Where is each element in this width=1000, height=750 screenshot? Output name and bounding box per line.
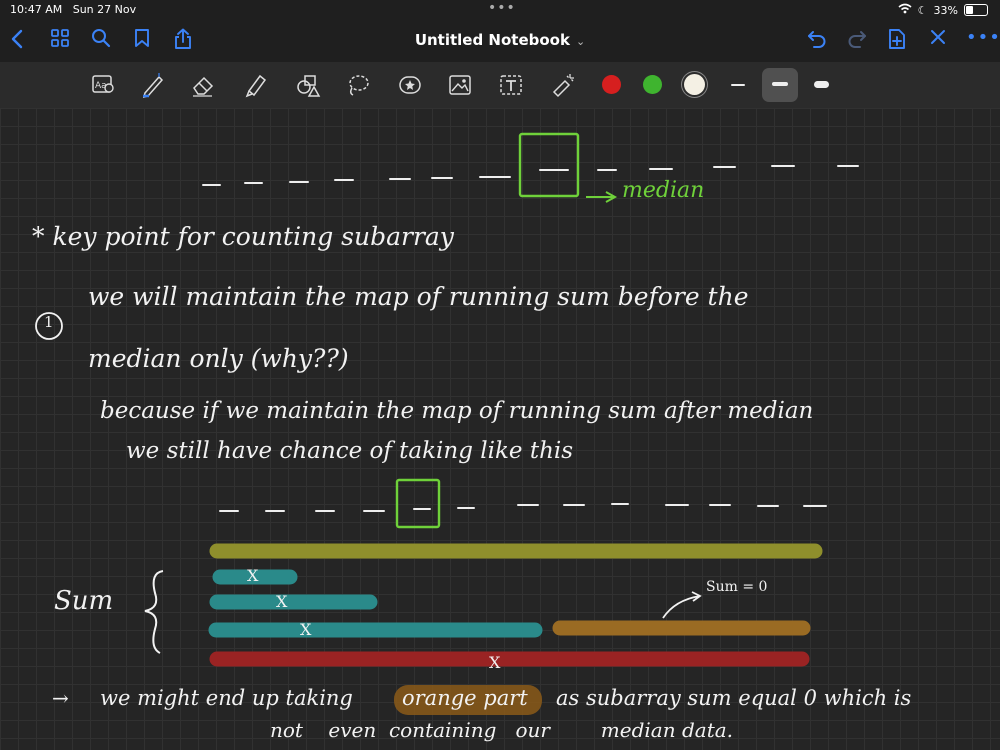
median-box-bottom xyxy=(395,478,441,529)
shapes-tool-icon[interactable] xyxy=(295,72,321,98)
sum-zero-label: Sum = 0 xyxy=(706,579,768,595)
status-time-date: 10:47 AM Sun 27 Nov xyxy=(10,3,136,16)
conclusion-orange-text: orange part xyxy=(402,686,528,710)
notes-app-screen: 10:47 AM Sun 27 Nov ••• ☾ 33% Untitled N… xyxy=(0,0,1000,750)
medium-stroke-option[interactable] xyxy=(762,68,798,102)
conclusion-line1-b: as subarray sum equal 0 which is xyxy=(556,686,912,710)
lasso-text-icon[interactable]: Aa xyxy=(90,72,116,98)
white-color-swatch[interactable] xyxy=(684,74,705,95)
because-line1: because if we maintain the map of runnin… xyxy=(100,398,814,424)
thick-stroke-option[interactable] xyxy=(814,81,829,88)
nav-bar: Untitled Notebook ⌄ ••• xyxy=(0,20,1000,62)
status-indicators: ☾ 33% xyxy=(898,3,988,17)
wifi-icon xyxy=(898,3,912,17)
image-tool-icon[interactable] xyxy=(447,72,473,98)
more-options-icon[interactable]: ••• xyxy=(966,26,1000,50)
subarray-bars xyxy=(208,543,823,667)
sticker-tool-icon[interactable] xyxy=(397,72,423,98)
key-point-heading: * key point for counting subarray xyxy=(32,222,454,251)
battery-icon xyxy=(964,4,988,16)
battery-percent: 33% xyxy=(933,3,958,17)
eraser-tool-icon[interactable] xyxy=(190,72,216,98)
sum-label: Sum xyxy=(54,586,114,616)
redo-icon[interactable] xyxy=(846,28,868,56)
green-color-swatch[interactable] xyxy=(643,75,662,94)
sum-brace xyxy=(144,570,164,654)
x-mark-4: X xyxy=(489,653,501,672)
array-dashes-bottom xyxy=(219,503,827,512)
x-mark-2: X xyxy=(276,592,288,611)
add-page-icon[interactable] xyxy=(887,28,907,56)
median-arrow xyxy=(586,191,618,203)
medium-stroke-line xyxy=(772,82,788,86)
chevron-down-icon: ⌄ xyxy=(575,35,586,48)
lasso-tool-icon[interactable] xyxy=(345,72,371,98)
close-icon[interactable] xyxy=(929,28,947,52)
sum-zero-arrow xyxy=(662,591,702,619)
thin-stroke-option[interactable] xyxy=(731,84,745,86)
status-bar: 10:47 AM Sun 27 Nov ••• ☾ 33% xyxy=(0,0,1000,20)
moon-icon: ☾ xyxy=(917,3,928,17)
notebook-page[interactable]: median * key point for counting subarray… xyxy=(0,108,1000,750)
text-tool-icon[interactable] xyxy=(498,72,524,98)
array-dashes-top xyxy=(202,165,859,186)
highlighter-tool-icon[interactable] xyxy=(242,72,268,98)
red-color-swatch[interactable] xyxy=(602,75,621,94)
multitasking-dots-icon[interactable]: ••• xyxy=(488,0,516,16)
median-box-top xyxy=(518,132,580,198)
pen-tool-icon[interactable] xyxy=(140,72,166,99)
point-number: 1 xyxy=(44,313,54,331)
laser-pointer-icon[interactable] xyxy=(550,72,576,98)
notebook-title-text: Untitled Notebook xyxy=(414,31,570,49)
x-mark-3: X xyxy=(300,620,312,639)
conclusion-arrow: → xyxy=(52,686,69,710)
undo-icon[interactable] xyxy=(806,28,828,56)
because-line2: we still have chance of taking like this xyxy=(126,438,574,464)
point1-line1: we will maintain the map of running sum … xyxy=(88,282,749,311)
median-label: median xyxy=(622,178,705,203)
status-date: Sun 27 Nov xyxy=(72,3,137,16)
conclusion-line2: not even containing our median data. xyxy=(270,718,734,742)
x-mark-1: X xyxy=(247,566,259,585)
drawing-toolbar: Aa xyxy=(0,62,1000,108)
point1-line2: median only (why??) xyxy=(88,344,349,373)
status-time: 10:47 AM xyxy=(10,3,63,16)
conclusion-line1-a: we might end up taking xyxy=(100,686,353,710)
